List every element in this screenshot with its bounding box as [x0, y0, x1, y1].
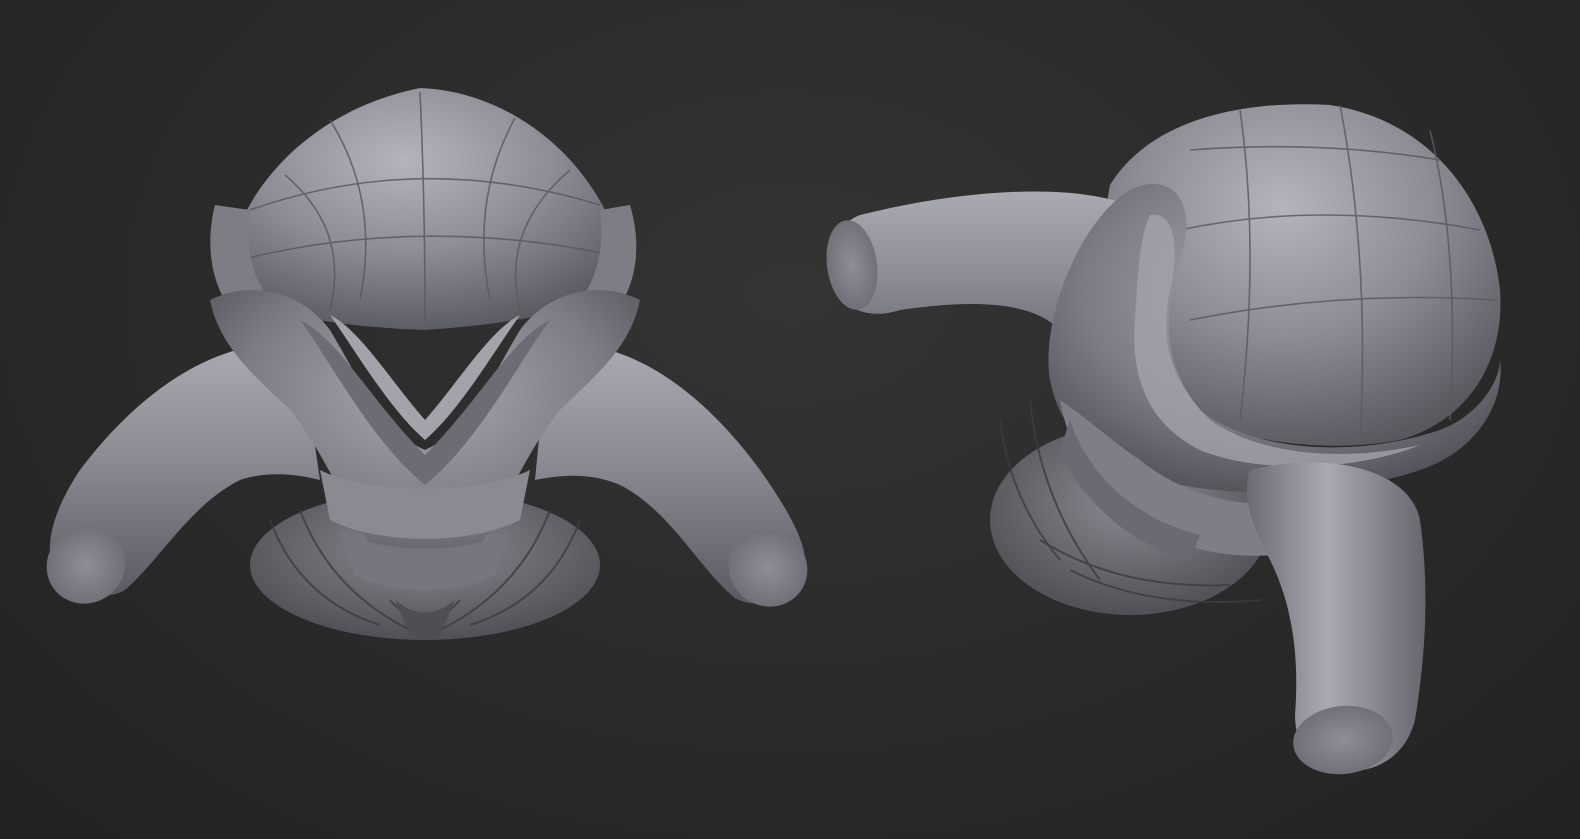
sculpt-model-three-quarter [826, 104, 1501, 775]
sculpt-viewport[interactable] [0, 0, 1580, 839]
render-canvas [46, 88, 1501, 775]
sculpt-model-front [46, 88, 808, 640]
